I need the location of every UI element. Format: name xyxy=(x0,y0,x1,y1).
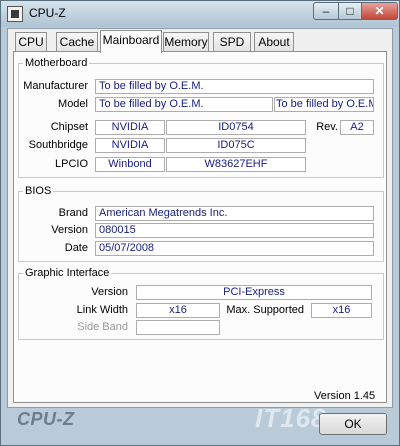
side-band-field[interactable] xyxy=(136,320,220,335)
graphic-version-field[interactable]: PCI-Express xyxy=(136,285,372,300)
ok-button[interactable]: OK xyxy=(319,413,387,435)
link-width-label: Link Width xyxy=(76,304,128,316)
cpuz-window: CPU-Z – □ ✕ CPU Cache Mainboard Memory S… xyxy=(0,0,400,446)
tab-mainboard[interactable]: Mainboard xyxy=(100,30,162,53)
tab-spd[interactable]: SPD xyxy=(213,32,251,51)
max-supported-field[interactable]: x16 xyxy=(311,303,372,318)
southbridge-vendor-field[interactable]: NVIDIA xyxy=(95,138,165,153)
model-field[interactable]: To be filled by O.E.M. xyxy=(95,97,273,112)
tab-cpu[interactable]: CPU xyxy=(15,32,47,51)
lpcio-vendor-field[interactable]: Winbond xyxy=(95,157,165,172)
graphic-interface-legend: Graphic Interface xyxy=(25,267,110,279)
manufacturer-field[interactable]: To be filled by O.E.M. xyxy=(95,79,374,94)
cpuz-app-icon xyxy=(7,6,23,22)
chipset-label: Chipset xyxy=(50,121,88,133)
tab-memory[interactable]: Memory xyxy=(163,32,209,51)
lpcio-model-field[interactable]: W83627EHF xyxy=(166,157,306,172)
it168-watermark: IT168 xyxy=(255,403,327,433)
bios-brand-label: Brand xyxy=(58,207,88,219)
max-supported-label: Max. Supported xyxy=(226,304,304,316)
maximize-button[interactable]: □ xyxy=(338,2,362,20)
close-button[interactable]: ✕ xyxy=(361,2,398,20)
bios-date-field[interactable]: 05/07/2008 xyxy=(95,241,374,256)
side-band-label: Side Band xyxy=(77,321,128,333)
southbridge-model-field[interactable]: ID075C xyxy=(166,138,306,153)
cpuz-logo: CPU-Z xyxy=(17,409,75,429)
graphic-version-label: Version xyxy=(91,286,128,298)
bios-date-label: Date xyxy=(64,242,88,254)
mainboard-panel: Motherboard Manufacturer To be filled by… xyxy=(13,51,387,403)
manufacturer-label: Manufacturer xyxy=(23,80,88,92)
chipset-vendor-field[interactable]: NVIDIA xyxy=(95,120,165,135)
motherboard-legend: Motherboard xyxy=(25,57,88,69)
bios-version-field[interactable]: 080015 xyxy=(95,223,374,238)
lpcio-label: LPCIO xyxy=(54,158,88,170)
bios-version-label: Version xyxy=(51,224,88,236)
title-bar[interactable]: CPU-Z – □ ✕ xyxy=(1,1,399,27)
minimize-button[interactable]: – xyxy=(313,2,339,20)
tab-cache[interactable]: Cache xyxy=(56,32,98,51)
chipset-model-field[interactable]: ID0754 xyxy=(166,120,306,135)
link-width-field[interactable]: x16 xyxy=(136,303,220,318)
bios-brand-field[interactable]: American Megatrends Inc. xyxy=(95,206,374,221)
model-revision-field[interactable]: To be filled by O.E.M xyxy=(274,97,374,112)
version-text: Version 1.45 xyxy=(314,390,376,402)
rev-label: Rev. xyxy=(316,121,338,133)
southbridge-label: Southbridge xyxy=(28,139,88,151)
tab-about[interactable]: About xyxy=(254,32,294,51)
window-title: CPU-Z xyxy=(29,6,66,20)
model-label: Model xyxy=(58,98,88,110)
bios-legend: BIOS xyxy=(25,185,52,197)
rev-field[interactable]: A2 xyxy=(340,120,374,135)
